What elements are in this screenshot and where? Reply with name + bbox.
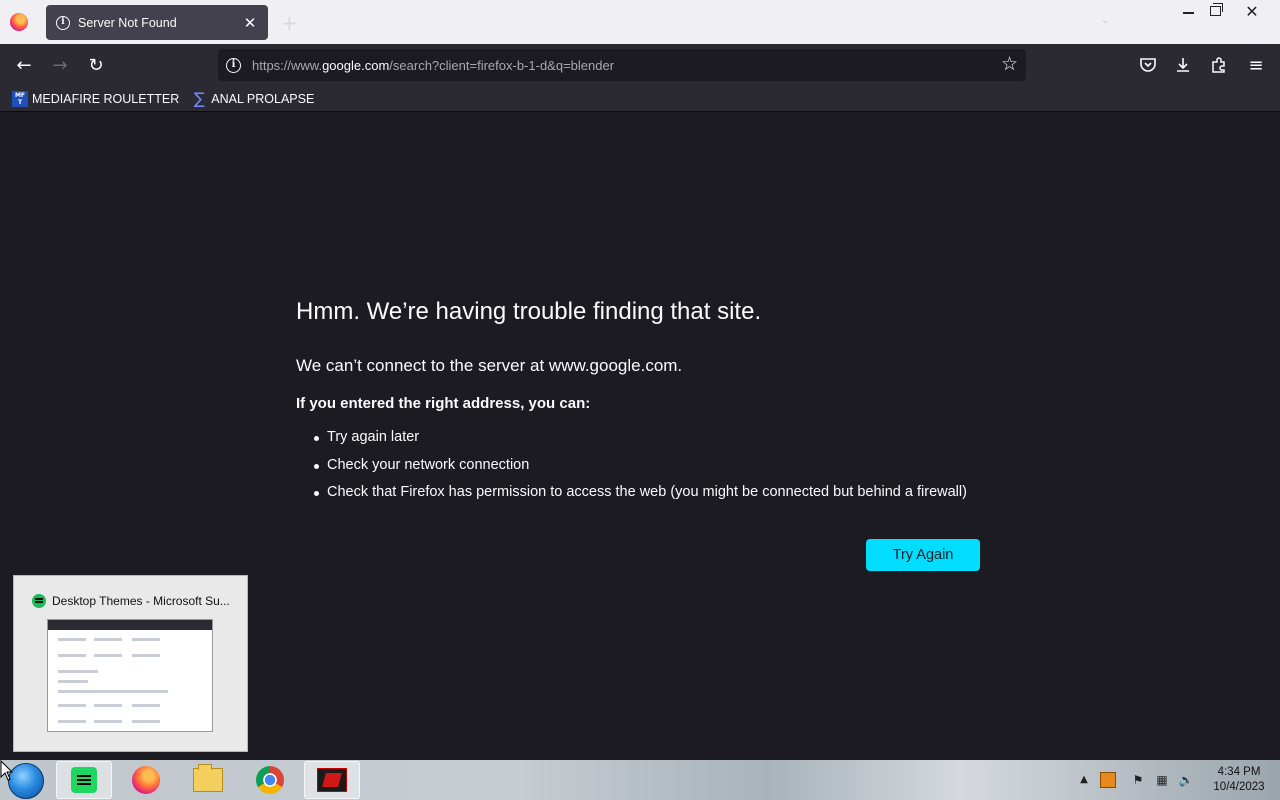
tab-title: Server Not Found [78,15,177,30]
taskbar-firefox[interactable] [118,761,174,799]
list-item: Check your network connection [314,457,967,485]
bookmark-label: ANAL PROLAPSE [211,91,315,106]
pocket-icon[interactable] [1137,54,1159,76]
tab-strip: i Server Not Found ✕ + ⌄ ✕ [0,0,1280,44]
tab-server-not-found[interactable]: i Server Not Found ✕ [46,5,268,40]
new-tab-plus-icon[interactable]: + [281,11,298,35]
window-close-button[interactable]: ✕ [1237,0,1267,22]
taskbar-file-explorer[interactable] [180,761,236,799]
bookmark-mediafire-rouletter[interactable]: MF T MEDIAFIRE ROULETTER [12,90,180,107]
thumbnail-window-image[interactable] [47,619,213,732]
url-host: google.com [322,57,390,73]
spotify-icon [32,594,46,608]
clock-time: 4:34 PM [1217,766,1261,778]
volume-icon[interactable]: 🔈 [1178,772,1194,788]
firefox-logo-icon[interactable] [10,13,28,31]
clock-date: 10/4/2023 [1213,781,1265,793]
close-tab-icon[interactable]: ✕ [242,14,258,32]
url-bar[interactable]: i https://www.google.com/search?client=f… [218,49,1026,81]
hamburger-menu-icon[interactable]: ≡ [1245,54,1267,76]
thumbnail-title-row: Desktop Themes - Microsoft Su... [32,594,230,608]
spotify-icon [71,767,97,793]
bookmark-second[interactable]: ∑ ANAL PROLAPSE [191,88,315,108]
info-icon: i [56,15,70,30]
url-text[interactable]: https://www.google.com/search?client=fir… [252,58,614,73]
reload-button[interactable]: ↻ [82,52,110,78]
taskbar-spotify[interactable] [56,761,112,799]
bookmark-star-icon[interactable]: ☆ [1001,53,1018,75]
forward-button[interactable]: → [46,52,74,78]
firefox-icon [132,766,160,794]
mouse-cursor-icon [0,760,14,781]
thumbnail-title: Desktop Themes - Microsoft Su... [52,594,230,608]
minimize-button[interactable] [1173,0,1203,22]
action-center-flag-icon[interactable]: ⚑ [1130,772,1146,788]
downloads-icon[interactable] [1172,54,1194,76]
error-suggestions-list: Try again later Check your network conne… [314,429,967,512]
bookmark-label: MEDIAFIRE ROULETTER [32,91,180,106]
restore-button[interactable] [1200,0,1230,22]
sigma-favicon-icon: ∑ [193,88,205,108]
system-clock[interactable]: 4:34 PM 10/4/2023 [1204,765,1274,795]
show-hidden-icons-icon[interactable]: ▲ [1076,772,1092,788]
list-item: Check that Firefox has permission to acc… [314,484,967,512]
bookmarks-toolbar: MF T MEDIAFIRE ROULETTER ∑ ANAL PROLAPSE [0,86,1280,112]
site-info-icon[interactable]: i [226,57,241,73]
url-path: /search?client=firefox-b-1-d&q=blender [389,57,615,73]
taskbar-game-app[interactable] [304,761,360,799]
taskbar: ▲ ⚑ ▦ 🔈 4:34 PM 10/4/2023 [0,760,1280,800]
error-title: Hmm. We’re having trouble finding that s… [296,298,762,325]
tray-app-icon[interactable] [1100,772,1116,788]
error-hint: If you entered the right address, you ca… [296,395,591,412]
back-button[interactable]: ← [10,52,38,78]
url-prefix: https://www. [252,57,323,73]
mediafire-favicon-icon: MF T [12,90,28,107]
try-again-button[interactable]: Try Again [866,539,980,571]
navigation-toolbar: ← → ↻ i https://www.google.com/search?cl… [0,44,1280,86]
list-item: Try again later [314,429,967,457]
error-short-description: We can’t connect to the server at www.go… [296,356,683,375]
chrome-icon [256,766,284,794]
chevron-down-icon[interactable]: ⌄ [1100,12,1110,26]
taskbar-chrome[interactable] [242,761,298,799]
network-icon[interactable]: ▦ [1154,772,1170,788]
game-app-icon [317,768,347,792]
taskbar-thumbnail-preview[interactable]: Desktop Themes - Microsoft Su... [13,575,248,752]
extensions-puzzle-icon[interactable] [1208,54,1230,76]
folder-icon [193,764,223,792]
